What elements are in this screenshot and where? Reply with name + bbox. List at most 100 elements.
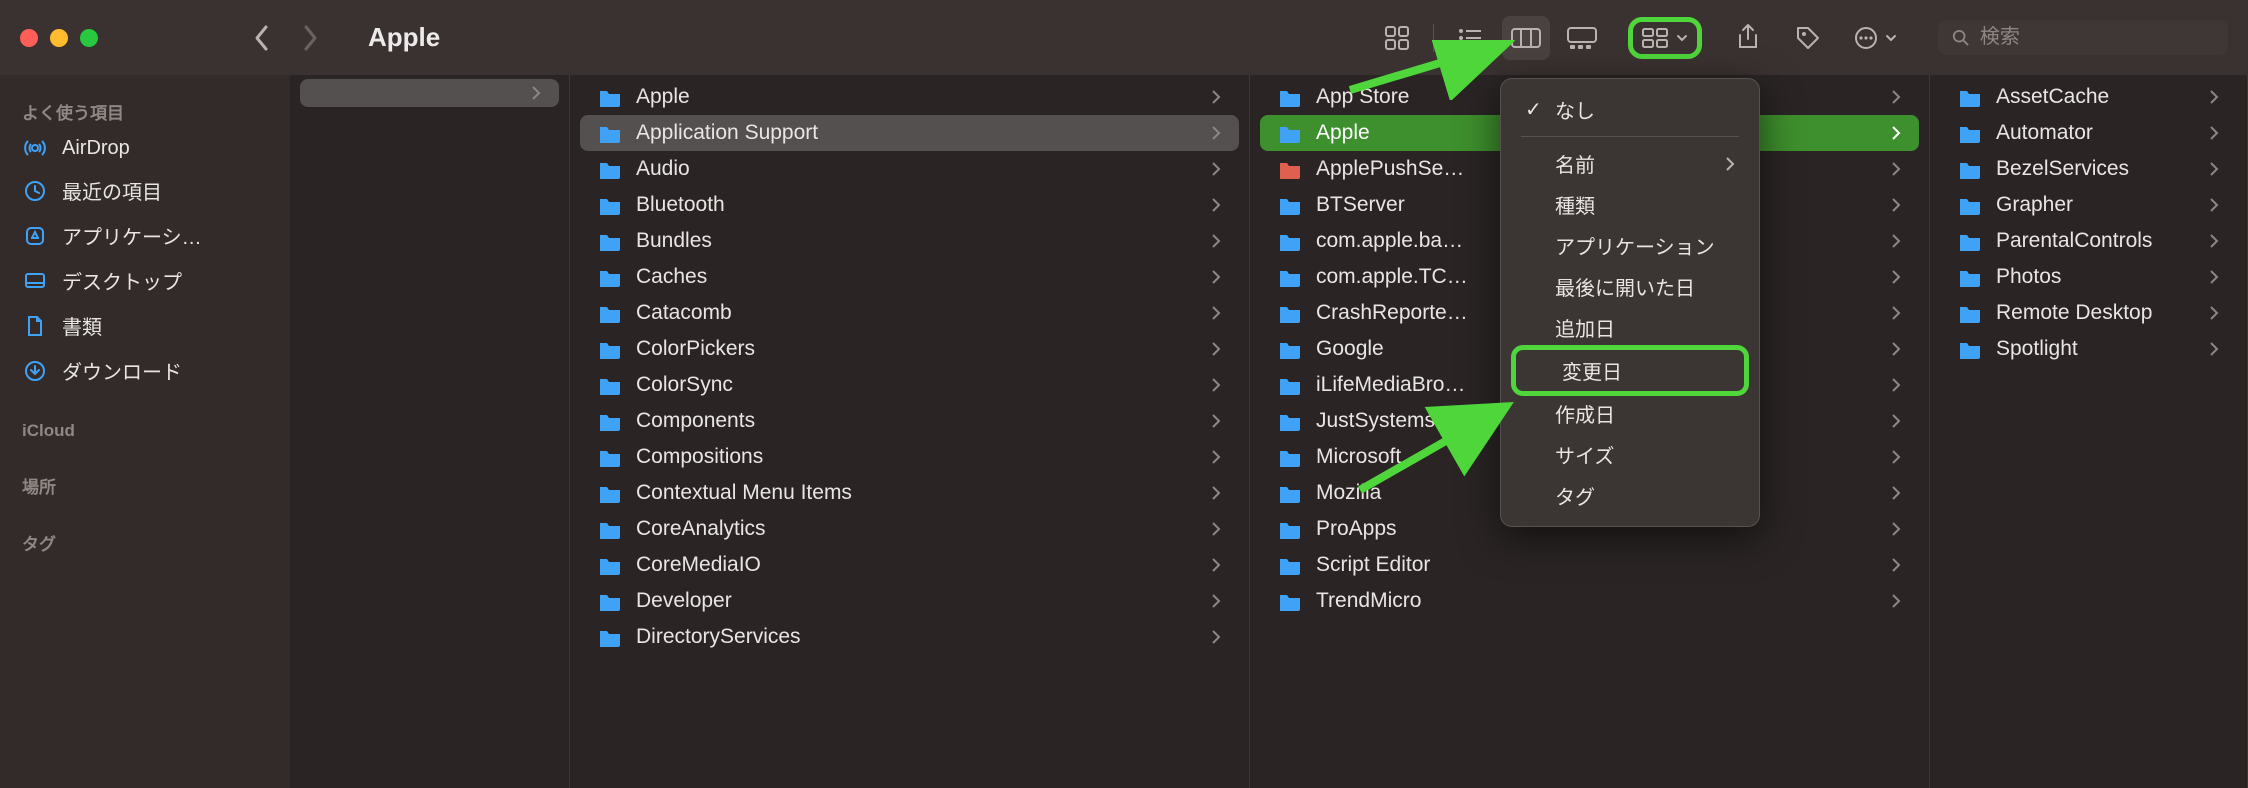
row-label: DirectoryServices bbox=[636, 625, 801, 649]
icon-view-button[interactable] bbox=[1373, 16, 1421, 60]
fullscreen-window-button[interactable] bbox=[80, 29, 98, 47]
menu-item[interactable]: タグ bbox=[1509, 475, 1751, 516]
sidebar-item-airdrop[interactable]: AirDrop bbox=[10, 128, 280, 168]
menu-item-label: 種類 bbox=[1555, 190, 1595, 219]
folder-icon bbox=[1958, 339, 1982, 359]
folder-icon bbox=[1278, 555, 1302, 575]
menu-item-label: 変更日 bbox=[1562, 356, 1622, 385]
list-item[interactable]: AssetCache bbox=[1940, 79, 2237, 115]
window-title: Apple bbox=[368, 22, 440, 53]
list-item[interactable]: Components bbox=[580, 403, 1239, 439]
sidebar-item-label: ダウンロード bbox=[62, 356, 182, 385]
list-item[interactable]: Developer bbox=[580, 583, 1239, 619]
menu-item[interactable]: ✓なし bbox=[1509, 89, 1751, 130]
chevron-right-icon bbox=[1891, 161, 1901, 177]
list-item[interactable]: Bundles bbox=[580, 223, 1239, 259]
list-item[interactable]: Script Editor bbox=[1260, 547, 1919, 583]
chevron-right-icon bbox=[1211, 557, 1221, 573]
list-item[interactable]: TrendMicro bbox=[1260, 583, 1919, 619]
list-item[interactable]: Contextual Menu Items bbox=[580, 475, 1239, 511]
row-label: JustSystems bbox=[1316, 409, 1435, 433]
forward-button[interactable] bbox=[288, 16, 332, 60]
menu-item[interactable]: アプリケーション bbox=[1509, 225, 1751, 266]
menu-item[interactable]: 作成日 bbox=[1509, 393, 1751, 434]
share-button[interactable] bbox=[1724, 16, 1772, 60]
list-item[interactable]: Compositions bbox=[580, 439, 1239, 475]
list-item[interactable]: Apple bbox=[580, 79, 1239, 115]
sidebar-item-applications[interactable]: アプリケーシ… bbox=[10, 213, 280, 258]
row-label: ColorSync bbox=[636, 373, 733, 397]
folder-icon bbox=[598, 87, 622, 107]
menu-item[interactable]: サイズ bbox=[1509, 434, 1751, 475]
sidebar-item-documents[interactable]: 書類 bbox=[10, 303, 280, 348]
row-label: App Store bbox=[1316, 85, 1409, 109]
list-item[interactable]: DirectoryServices bbox=[580, 619, 1239, 655]
folder-icon bbox=[1958, 87, 1982, 107]
folder-icon bbox=[1278, 123, 1302, 143]
list-item[interactable]: Spotlight bbox=[1940, 331, 2237, 367]
chevron-right-icon bbox=[1891, 233, 1901, 249]
chevron-right-icon bbox=[1891, 125, 1901, 141]
chevron-down-icon bbox=[1675, 31, 1689, 45]
folder-icon bbox=[598, 159, 622, 179]
menu-item[interactable]: 追加日 bbox=[1509, 307, 1751, 348]
list-item[interactable] bbox=[300, 79, 559, 107]
list-item[interactable]: Remote Desktop bbox=[1940, 295, 2237, 331]
folder-icon bbox=[598, 195, 622, 215]
app-icon bbox=[22, 224, 48, 248]
row-label: Compositions bbox=[636, 445, 763, 469]
group-by-menu: ✓なし名前種類アプリケーション最後に開いた日追加日変更日作成日サイズタグ bbox=[1500, 78, 1760, 527]
minimize-window-button[interactable] bbox=[50, 29, 68, 47]
row-label: ProApps bbox=[1316, 517, 1397, 541]
row-label: Remote Desktop bbox=[1996, 301, 2152, 325]
gallery-view-button[interactable] bbox=[1558, 16, 1606, 60]
sidebar-item-label: アプリケーシ… bbox=[62, 221, 202, 250]
tags-button[interactable] bbox=[1784, 16, 1832, 60]
list-item[interactable]: Automator bbox=[1940, 115, 2237, 151]
menu-item[interactable]: 種類 bbox=[1509, 184, 1751, 225]
search-field[interactable] bbox=[1938, 20, 2228, 55]
row-label: CoreMediaIO bbox=[636, 553, 761, 577]
search-input[interactable] bbox=[1980, 26, 2214, 49]
list-item[interactable]: Application Support bbox=[580, 115, 1239, 151]
sidebar-item-desktop[interactable]: デスクトップ bbox=[10, 258, 280, 303]
sidebar-item-downloads[interactable]: ダウンロード bbox=[10, 348, 280, 393]
folder-icon bbox=[1958, 303, 1982, 323]
nav-arrows bbox=[240, 16, 332, 60]
list-view-button[interactable] bbox=[1446, 16, 1494, 60]
row-label: Photos bbox=[1996, 265, 2061, 289]
group-by-button[interactable] bbox=[1628, 17, 1702, 59]
list-item[interactable]: Catacomb bbox=[580, 295, 1239, 331]
list-item[interactable]: Audio bbox=[580, 151, 1239, 187]
sidebar-item-recents[interactable]: 最近の項目 bbox=[10, 168, 280, 213]
list-item[interactable]: Photos bbox=[1940, 259, 2237, 295]
list-item[interactable]: CoreAnalytics bbox=[580, 511, 1239, 547]
folder-icon bbox=[598, 231, 622, 251]
list-item[interactable]: ColorPickers bbox=[580, 331, 1239, 367]
menu-item[interactable]: 名前 bbox=[1509, 143, 1751, 184]
menu-item[interactable]: 最後に開いた日 bbox=[1509, 266, 1751, 307]
close-window-button[interactable] bbox=[20, 29, 38, 47]
list-item[interactable]: CoreMediaIO bbox=[580, 547, 1239, 583]
folder-icon bbox=[1958, 195, 1982, 215]
list-item[interactable]: ParentalControls bbox=[1940, 223, 2237, 259]
back-button[interactable] bbox=[240, 16, 284, 60]
list-item[interactable]: Caches bbox=[580, 259, 1239, 295]
folder-icon bbox=[1278, 195, 1302, 215]
list-item[interactable]: BezelServices bbox=[1940, 151, 2237, 187]
list-item[interactable]: ColorSync bbox=[580, 367, 1239, 403]
clock-icon bbox=[22, 179, 48, 203]
columns-area: AppleApplication SupportAudio Bluetooth Bu… bbox=[290, 75, 2248, 788]
folder-icon bbox=[598, 303, 622, 323]
column-view-button[interactable] bbox=[1502, 16, 1550, 60]
list-item[interactable]: Grapher bbox=[1940, 187, 2237, 223]
row-label: ApplePushSe… bbox=[1316, 157, 1464, 181]
folder-icon bbox=[598, 591, 622, 611]
menu-item[interactable]: 変更日 bbox=[1511, 345, 1749, 396]
row-label: com.apple.TC… bbox=[1316, 265, 1468, 289]
actions-button[interactable] bbox=[1844, 16, 1906, 60]
row-label: Bluetooth bbox=[636, 193, 725, 217]
folder-icon bbox=[1958, 267, 1982, 287]
list-item[interactable]: Bluetooth bbox=[580, 187, 1239, 223]
row-label: Caches bbox=[636, 265, 707, 289]
